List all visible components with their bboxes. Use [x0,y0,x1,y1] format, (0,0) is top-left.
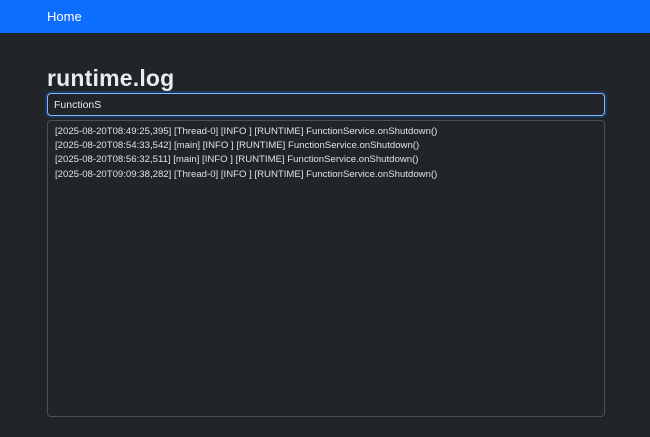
top-navbar: Home [0,0,650,33]
page-title: runtime.log [47,65,175,91]
log-line: [2025-08-20T08:56:32,511] [main] [INFO ]… [55,154,419,166]
log-line: [2025-08-20T08:54:33,542] [main] [INFO ]… [55,140,420,152]
log-line: [2025-08-20T08:49:25,395] [Thread-0] [IN… [55,126,438,137]
log-output-panel[interactable]: [2025-08-20T08:49:25,395] [Thread-0] [IN… [47,120,605,417]
home-link[interactable]: Home [47,9,82,24]
log-filter-input[interactable] [47,93,605,116]
log-line: [2025-08-20T09:09:38,282] [Thread-0] [IN… [55,168,438,180]
